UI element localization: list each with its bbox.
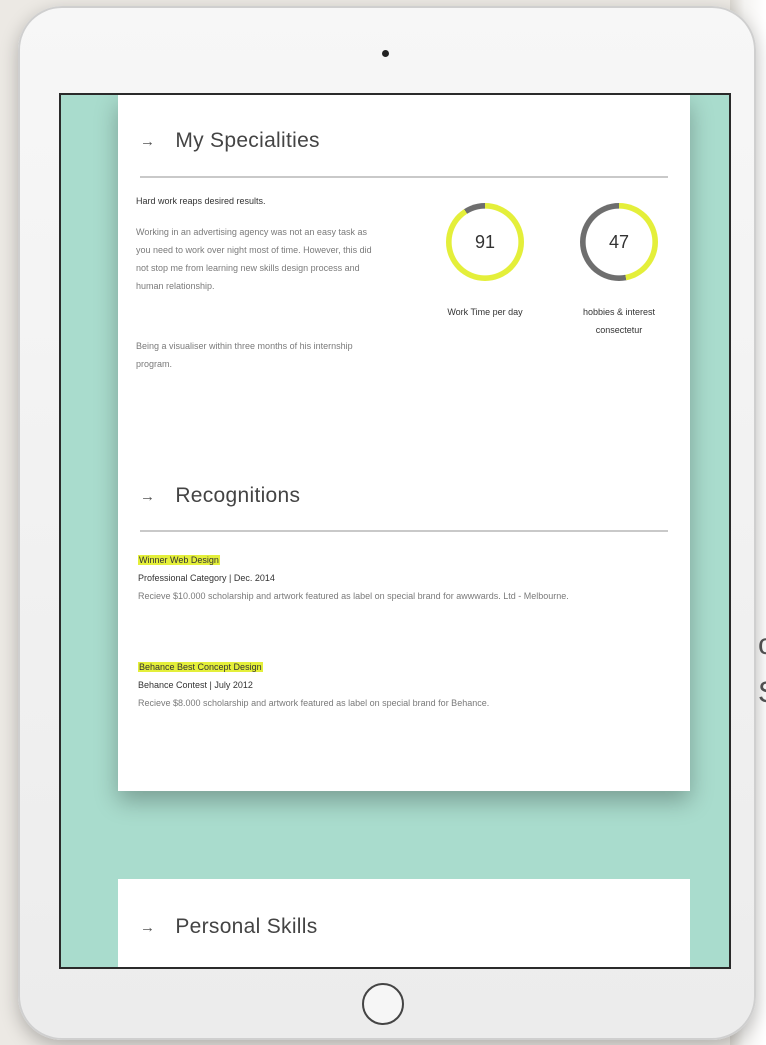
recognition-description: Recieve $8.000 scholarship and artwork f… [138,698,490,708]
stat-label: hobbies & interest consectetur [582,307,656,335]
divider [140,530,668,532]
specialities-header: → My Specialities [140,129,320,153]
background-text-fragment: c [758,628,766,661]
recognition-subtitle: Behance Contest | July 2012 [138,680,253,690]
stat-value: 91 [474,231,496,252]
recognition-title: Behance Best Concept Design [138,662,263,672]
tablet-screen: → My Specialities Hard work reaps desire… [61,95,729,967]
recognition-description: Recieve $10.000 scholarship and artwork … [138,591,569,601]
skills-header: → Personal Skills [140,915,318,939]
specialities-intro-heading: Hard work reaps desired results. [136,196,266,206]
stat-value: 47 [608,231,630,252]
recognition-item: Winner Web Design Professional Category … [138,551,638,605]
progress-ring: 47 [580,203,658,281]
stat-hobbies: 47 hobbies & interest consectetur [559,203,679,339]
specialities-title: My Specialities [175,129,320,152]
home-button[interactable] [362,983,404,1025]
arrow-right-icon: → [140,487,156,505]
arrow-right-icon: → [140,132,156,150]
divider [140,176,668,178]
tablet-device-frame: → My Specialities Hard work reaps desire… [18,6,756,1040]
recognition-title: Winner Web Design [138,555,220,565]
front-camera [382,50,389,57]
resume-card: → My Specialities Hard work reaps desire… [118,95,690,791]
recognitions-title: Recognitions [175,484,301,507]
stat-label: Work Time per day [447,307,523,317]
arrow-right-icon: → [140,918,156,936]
skills-card: → Personal Skills [118,879,690,967]
progress-ring: 91 [446,203,524,281]
stat-work-time: 91 Work Time per day [425,203,545,321]
specialities-paragraph: Being a visualiser within three months o… [136,341,353,369]
recognition-item: Behance Best Concept Design Behance Cont… [138,658,638,712]
recognition-subtitle: Professional Category | Dec. 2014 [138,573,275,583]
background-text-fragment: S [758,676,766,710]
skills-title: Personal Skills [175,915,318,938]
recognitions-header: → Recognitions [140,484,300,508]
specialities-paragraph: Working in an advertising agency was not… [136,227,372,291]
